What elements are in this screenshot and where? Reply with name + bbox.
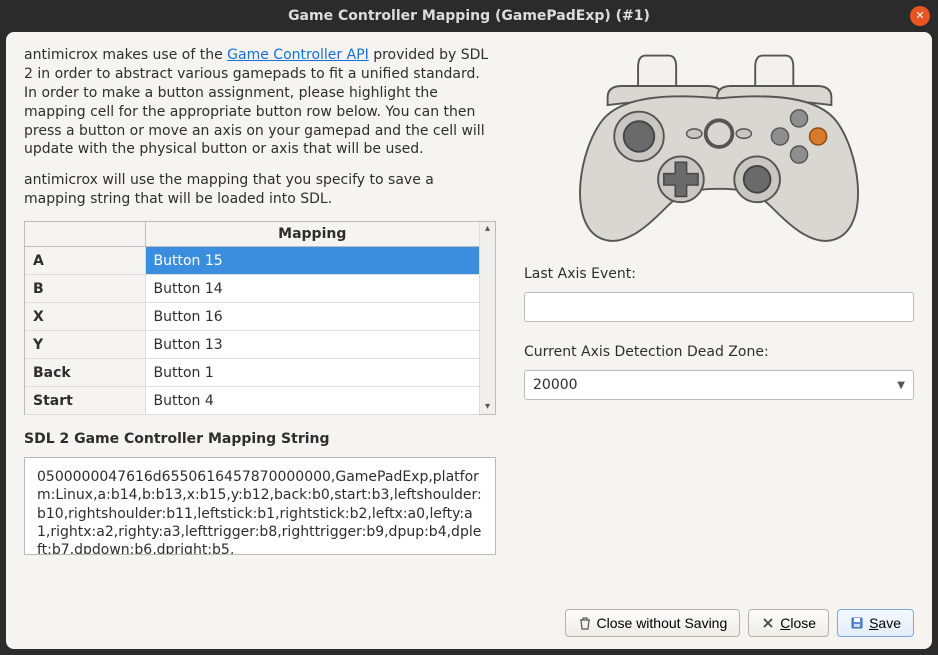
left-column: antimicrox makes use of the Game Control…: [24, 46, 496, 599]
save-button[interactable]: Save: [837, 609, 914, 637]
description-paragraph-1: antimicrox makes use of the Game Control…: [24, 46, 496, 159]
mapping-row[interactable]: AButton 15: [25, 247, 479, 275]
mapping-row-name: Y: [25, 331, 145, 359]
desc-post: provided by SDL 2 in order to abstract v…: [24, 47, 488, 157]
sdl-string-textbox[interactable]: 0500000047616d6550616457870000000,GamePa…: [24, 457, 496, 555]
mapping-row[interactable]: XButton 16: [25, 303, 479, 331]
mapping-table-container: Mapping AButton 15BButton 14XButton 16YB…: [24, 221, 496, 415]
mapping-row-name: Back: [25, 359, 145, 387]
main-columns: antimicrox makes use of the Game Control…: [24, 46, 914, 599]
mapping-row-name: B: [25, 275, 145, 303]
mapping-row-value[interactable]: Button 13: [145, 331, 479, 359]
last-axis-input[interactable]: [524, 292, 914, 322]
mapping-table[interactable]: Mapping AButton 15BButton 14XButton 16YB…: [25, 222, 479, 415]
mapping-row-name: A: [25, 247, 145, 275]
mapping-row-value[interactable]: Button 1: [145, 359, 479, 387]
mapping-row[interactable]: StartButton 4: [25, 387, 479, 415]
deadzone-value: 20000: [533, 377, 578, 393]
close-without-saving-label: Close without Saving: [597, 615, 728, 631]
mapping-header: Mapping: [145, 222, 479, 247]
mapping-row[interactable]: BackButton 1: [25, 359, 479, 387]
mapping-row-value[interactable]: Button 4: [145, 387, 479, 415]
deadzone-label: Current Axis Detection Dead Zone:: [524, 344, 914, 360]
titlebar: Game Controller Mapping (GamePadExp) (#1…: [0, 0, 938, 32]
mapping-row-value[interactable]: Button 14: [145, 275, 479, 303]
chevron-down-icon: ▼: [897, 380, 905, 391]
close-without-saving-button[interactable]: Close without Saving: [565, 609, 741, 637]
mapping-header-blank: [25, 222, 145, 247]
gamepad-icon: [547, 46, 892, 246]
table-scrollbar[interactable]: ▴ ▾: [479, 222, 495, 414]
content-area: antimicrox makes use of the Game Control…: [6, 32, 932, 649]
close-button[interactable]: Close: [748, 609, 829, 637]
window-title: Game Controller Mapping (GamePadExp) (#1…: [288, 8, 650, 24]
dialog-button-row: Close without Saving Close Save: [24, 599, 914, 637]
controller-diagram: [524, 46, 914, 250]
game-controller-api-link[interactable]: Game Controller API: [227, 47, 369, 63]
scroll-down-icon[interactable]: ▾: [485, 400, 490, 414]
mapping-row-value[interactable]: Button 15: [145, 247, 479, 275]
trash-icon: [578, 616, 592, 630]
mapping-row-name: X: [25, 303, 145, 331]
sdl-string-label: SDL 2 Game Controller Mapping String: [24, 431, 496, 447]
save-icon: [850, 616, 864, 630]
x-icon: [761, 616, 775, 630]
close-icon: ✕: [915, 9, 924, 22]
right-column: Last Axis Event: Current Axis Detection …: [524, 46, 914, 599]
deadzone-combobox[interactable]: 20000 ▼: [524, 370, 914, 400]
desc-pre: antimicrox makes use of the: [24, 47, 227, 63]
mapping-row[interactable]: YButton 13: [25, 331, 479, 359]
close-button-label: Close: [780, 615, 816, 631]
mapping-row-value[interactable]: Button 16: [145, 303, 479, 331]
scroll-up-icon[interactable]: ▴: [485, 222, 490, 236]
mapping-row-name: Start: [25, 387, 145, 415]
last-axis-label: Last Axis Event:: [524, 266, 914, 282]
description-paragraph-2: antimicrox will use the mapping that you…: [24, 171, 496, 209]
window-close-button[interactable]: ✕: [910, 6, 930, 26]
dialog-window: Game Controller Mapping (GamePadExp) (#1…: [0, 0, 938, 655]
mapping-row[interactable]: BButton 14: [25, 275, 479, 303]
save-button-label: Save: [869, 615, 901, 631]
